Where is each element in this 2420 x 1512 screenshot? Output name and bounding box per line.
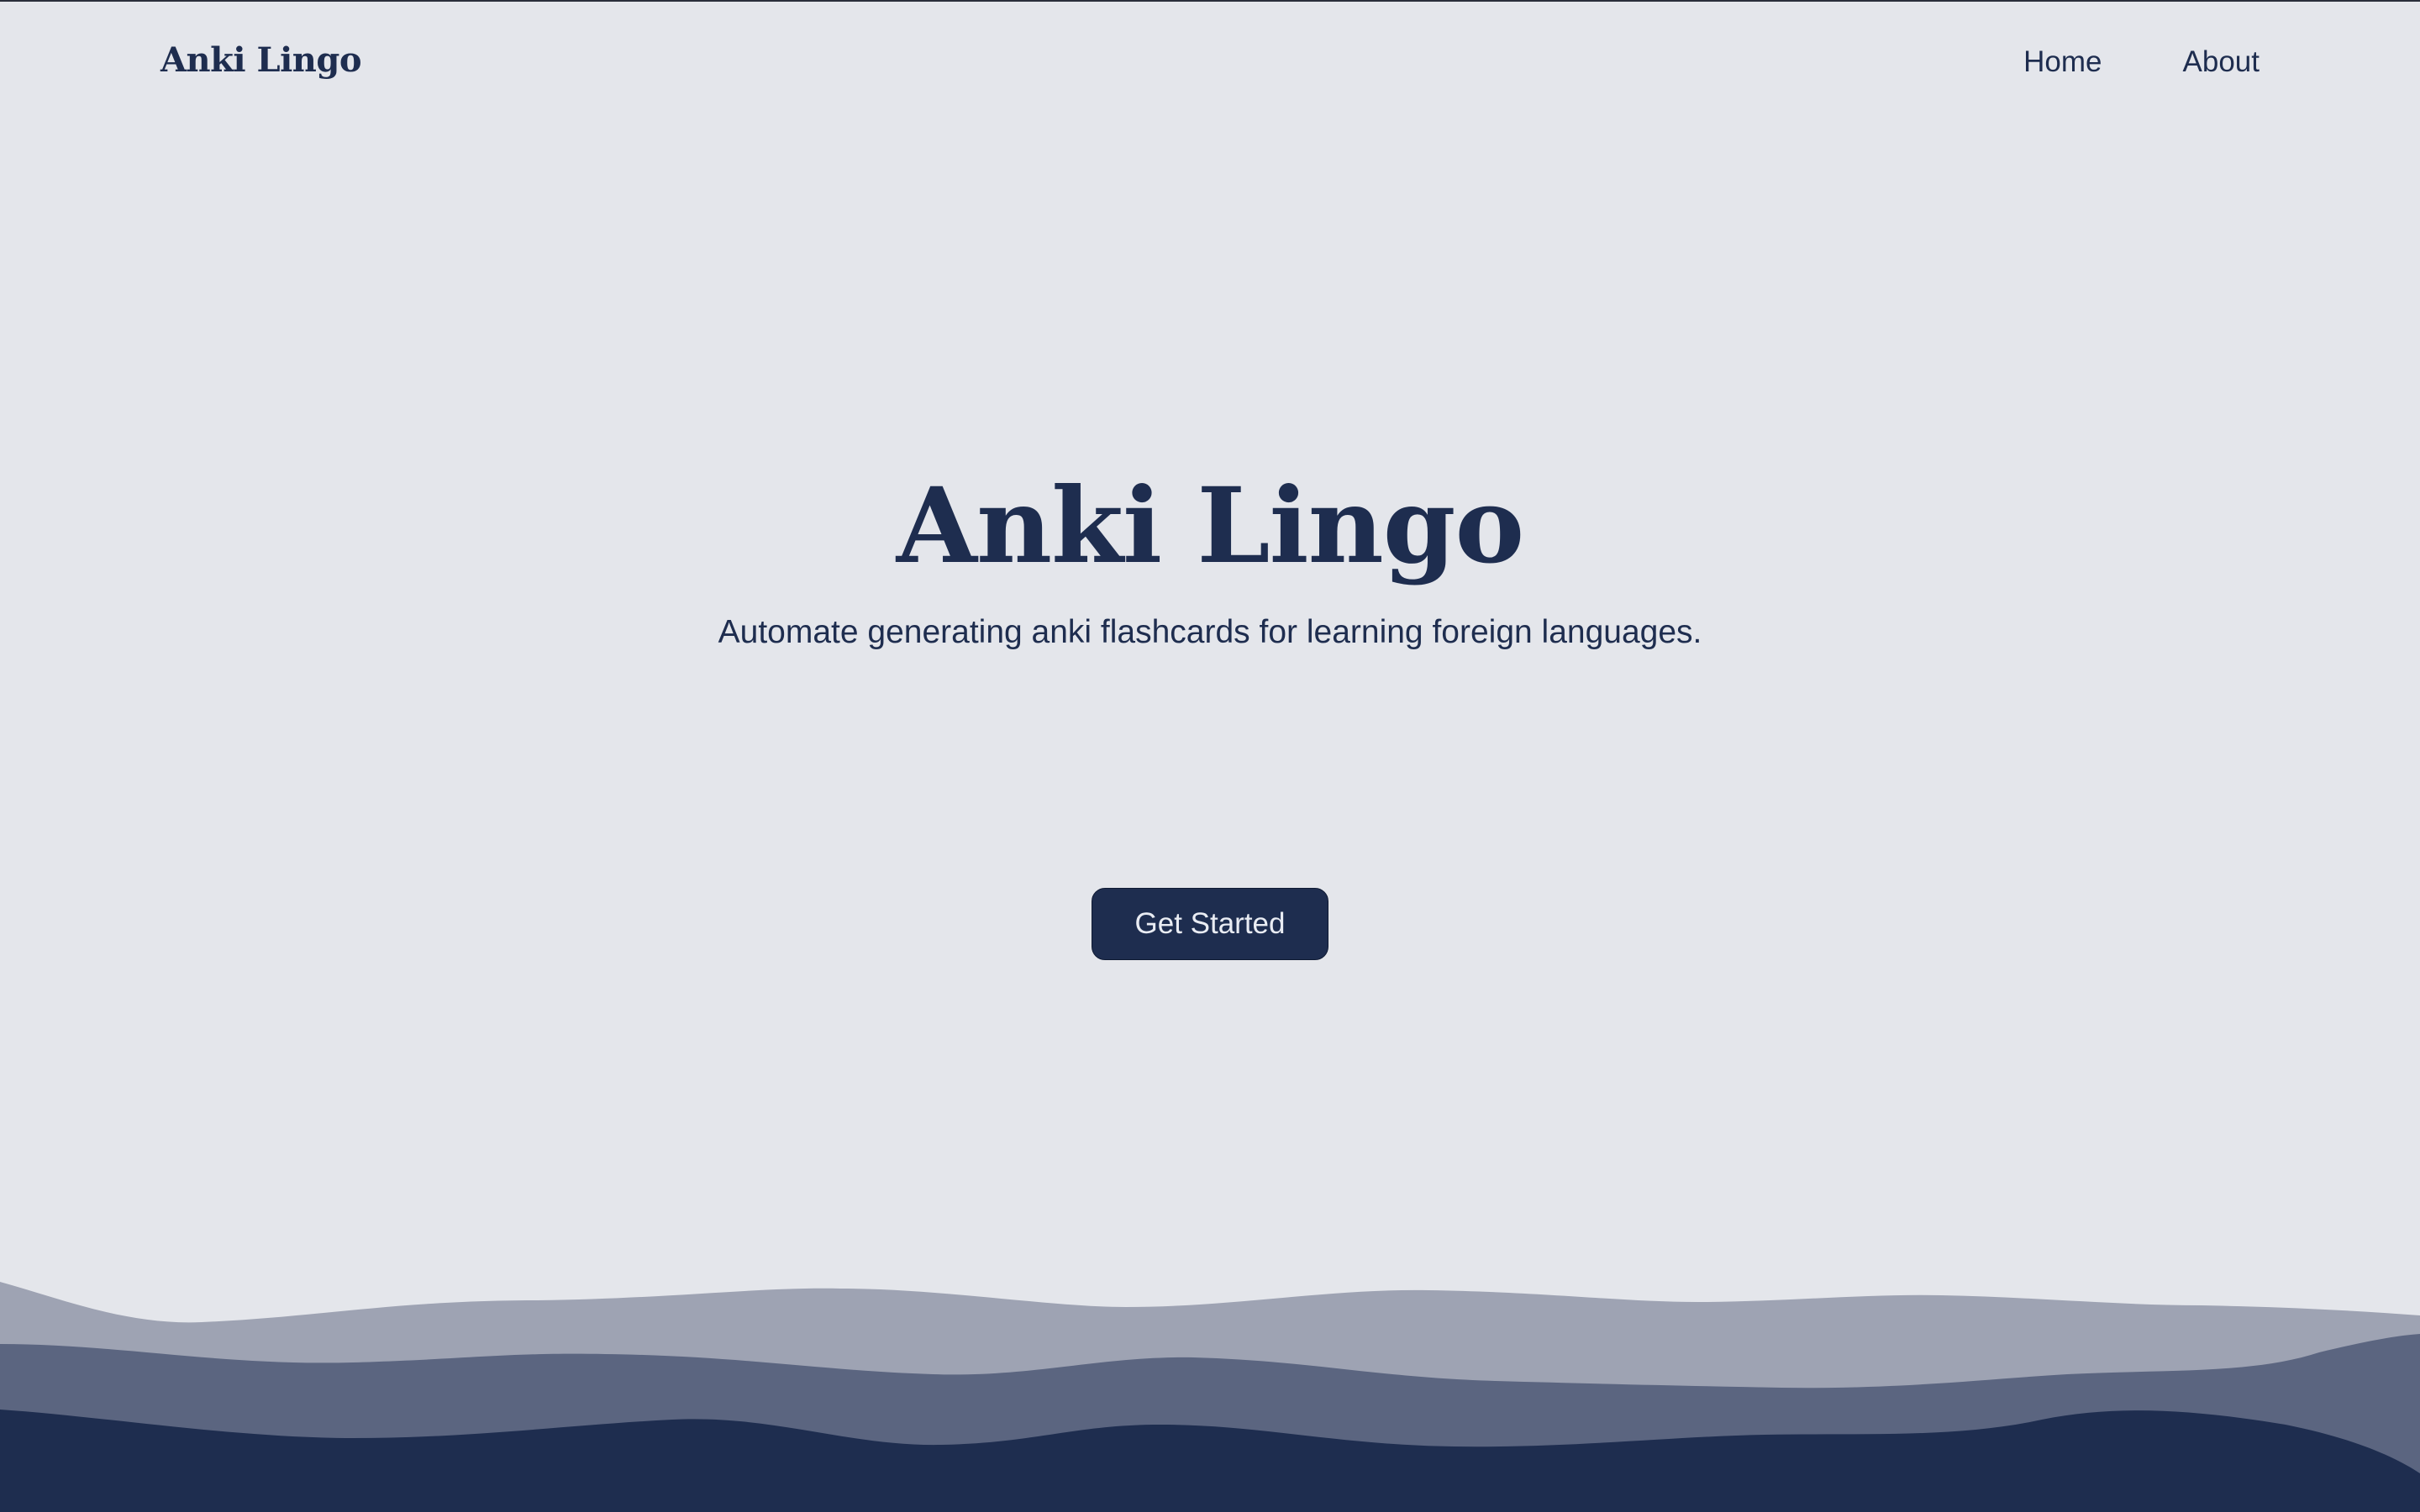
get-started-button[interactable]: Get Started [1092, 888, 1328, 960]
top-border [0, 0, 2420, 2]
nav-link-home[interactable]: Home [2023, 47, 2102, 76]
wave-decoration [0, 1282, 2420, 1512]
brand-logo[interactable]: Anki Lingo [160, 44, 362, 77]
nav-link-about[interactable]: About [2183, 47, 2260, 76]
main-nav: Home About [2023, 47, 2260, 76]
hero-title: Anki Lingo [896, 465, 1524, 587]
hero-subtitle: Automate generating anki flashcards for … [718, 614, 1702, 650]
